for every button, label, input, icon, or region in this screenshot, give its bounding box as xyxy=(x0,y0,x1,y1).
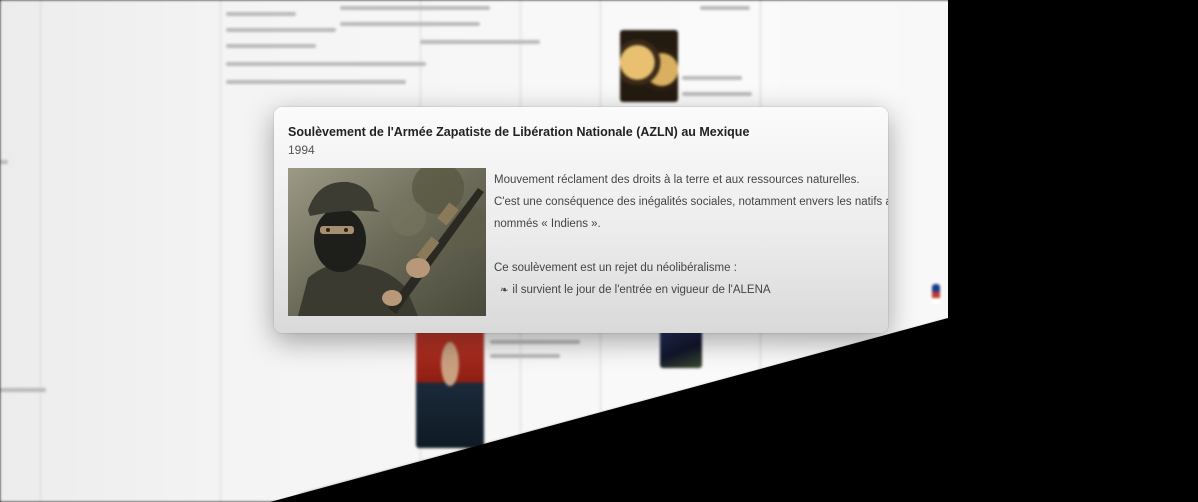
fleuron-bullet-icon: ❧ xyxy=(500,285,509,296)
text-fragment xyxy=(340,22,480,26)
text-fragment xyxy=(700,6,750,10)
text-fragment xyxy=(226,12,296,16)
description-line: C'est une conséquence des inégalités soc… xyxy=(494,196,888,208)
timeline-axis xyxy=(300,311,948,496)
text-fragment xyxy=(490,354,560,358)
flag-icon[interactable] xyxy=(932,284,940,304)
description-line: Ce soulèvement est un rejet du néolibéra… xyxy=(494,262,737,274)
timeline-gridline xyxy=(220,0,221,502)
text-fragment xyxy=(682,92,752,96)
event-detail-card[interactable]: Soulèvement de l'Armée Zapatiste de Libé… xyxy=(274,107,888,333)
text-fragment xyxy=(0,160,8,164)
timeline-gridline xyxy=(40,0,41,502)
text-fragment xyxy=(226,44,316,48)
photo-illustration xyxy=(288,168,486,316)
bullet-item: ❧ il survient le jour de l'entrée en vigu… xyxy=(494,279,874,302)
text-fragment xyxy=(0,388,46,392)
binocular-thumbnail[interactable] xyxy=(620,30,678,102)
masked-rebel-photo xyxy=(288,168,486,316)
description-line: Mouvement réclament des droits à la terr… xyxy=(494,174,860,186)
event-year: 1994 xyxy=(288,143,315,157)
text-fragment xyxy=(226,62,426,66)
text-fragment xyxy=(340,6,490,10)
text-fragment xyxy=(420,40,540,44)
text-fragment xyxy=(226,80,406,84)
text-fragment xyxy=(226,28,336,32)
description-line: nommés « Indiens ». xyxy=(494,218,601,230)
text-fragment xyxy=(490,340,580,344)
portrait-thumbnail[interactable] xyxy=(416,328,484,448)
bullet-text: il survient le jour de l'entrée en vigue… xyxy=(512,284,771,296)
text-fragment xyxy=(682,76,742,80)
event-title: Soulèvement de l'Armée Zapatiste de Libé… xyxy=(288,125,750,139)
timeline-viewport: Soulèvement de l'Armée Zapatiste de Libé… xyxy=(0,0,1198,502)
event-description: Mouvement réclament des droits à la terr… xyxy=(494,169,888,302)
